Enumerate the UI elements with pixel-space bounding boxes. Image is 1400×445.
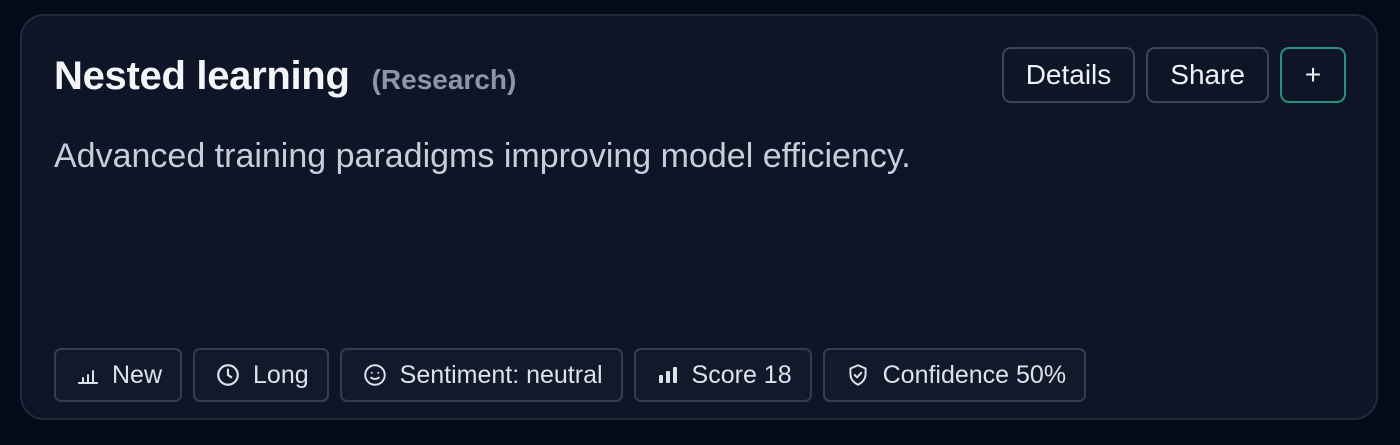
chip-label: Confidence 50%	[882, 360, 1067, 389]
shield-check-icon	[845, 362, 871, 388]
smile-icon	[362, 362, 388, 388]
chip-label: Sentiment: neutral	[399, 360, 603, 389]
bar-chart-icon	[76, 363, 100, 387]
signal-bars-icon	[656, 363, 680, 387]
chip-row: New Long Sentiment: neutral Score 18 Con…	[54, 348, 1087, 402]
add-button[interactable]: +	[1280, 47, 1346, 103]
chip-length: Long	[193, 348, 329, 402]
card-category: (Research)	[371, 64, 517, 95]
card-header: Nested learning (Research)	[54, 56, 516, 96]
chip-status: New	[54, 348, 183, 402]
chip-label: New	[112, 360, 163, 389]
topic-card: Nested learning (Research) Details Share…	[20, 14, 1378, 420]
clock-icon	[215, 362, 241, 388]
chip-sentiment: Sentiment: neutral	[339, 348, 623, 402]
card-actions: Details Share +	[1001, 47, 1346, 103]
chip-label: Score 18	[691, 360, 792, 389]
chip-label: Long	[253, 360, 309, 389]
details-button[interactable]: Details	[1001, 47, 1136, 103]
card-description: Advanced training paradigms improving mo…	[54, 137, 911, 175]
chip-score: Score 18	[633, 348, 812, 402]
chip-confidence: Confidence 50%	[822, 348, 1087, 402]
card-title: Nested learning	[54, 54, 350, 98]
share-button[interactable]: Share	[1146, 47, 1269, 103]
